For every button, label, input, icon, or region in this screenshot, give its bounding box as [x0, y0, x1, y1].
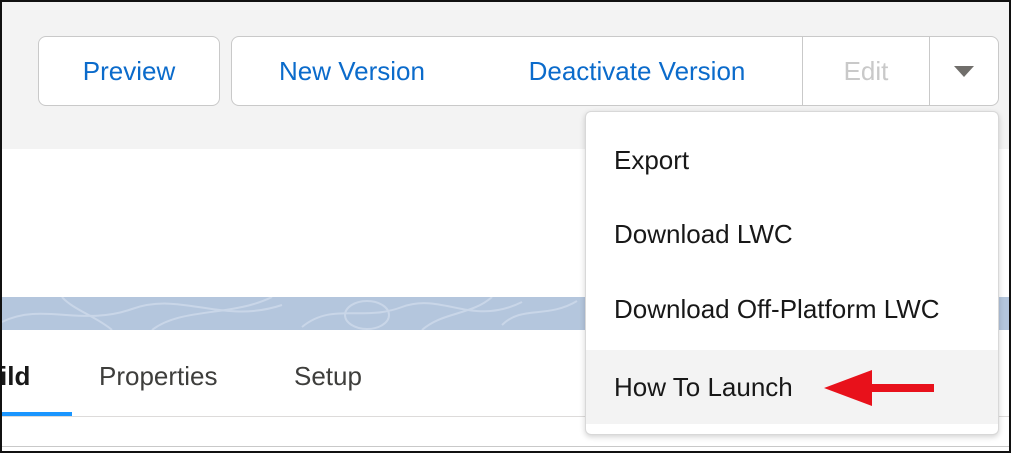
new-version-button[interactable]: New Version	[231, 36, 473, 106]
menu-item-download-off-platform-lwc[interactable]: Download Off-Platform LWC	[586, 272, 998, 346]
deactivate-version-button-label: Deactivate Version	[528, 55, 746, 86]
menu-item-label: Download LWC	[614, 218, 793, 249]
deactivate-version-button[interactable]: Deactivate Version	[472, 36, 803, 106]
new-version-button-label: New Version	[279, 55, 425, 86]
menu-item-label: Export	[614, 144, 690, 175]
app-window: ild Properties Setup Preview New Version…	[0, 0, 1011, 453]
menu-item-label: Download Off-Platform LWC	[614, 293, 940, 324]
menu-item-export[interactable]: Export	[586, 123, 998, 197]
more-actions-button[interactable]	[929, 36, 999, 106]
preview-button-label: Preview	[82, 55, 176, 86]
edit-button[interactable]: Edit	[802, 36, 930, 106]
preview-button[interactable]: Preview	[38, 36, 220, 106]
tab-properties[interactable]: Properties	[99, 360, 218, 392]
tab-setup[interactable]: Setup	[294, 360, 362, 392]
red-arrow-icon	[824, 370, 934, 406]
menu-item-download-lwc[interactable]: Download LWC	[586, 197, 998, 271]
tab-build[interactable]: ild	[2, 360, 30, 392]
menu-item-label: How To Launch	[614, 371, 793, 402]
actions-dropdown-menu: Export Download LWC Download Off-Platfor…	[585, 111, 999, 435]
menu-item-how-to-launch[interactable]: How To Launch	[586, 350, 998, 424]
content-panel	[2, 446, 1009, 451]
chevron-down-icon	[954, 65, 974, 77]
edit-button-label: Edit	[843, 55, 889, 86]
